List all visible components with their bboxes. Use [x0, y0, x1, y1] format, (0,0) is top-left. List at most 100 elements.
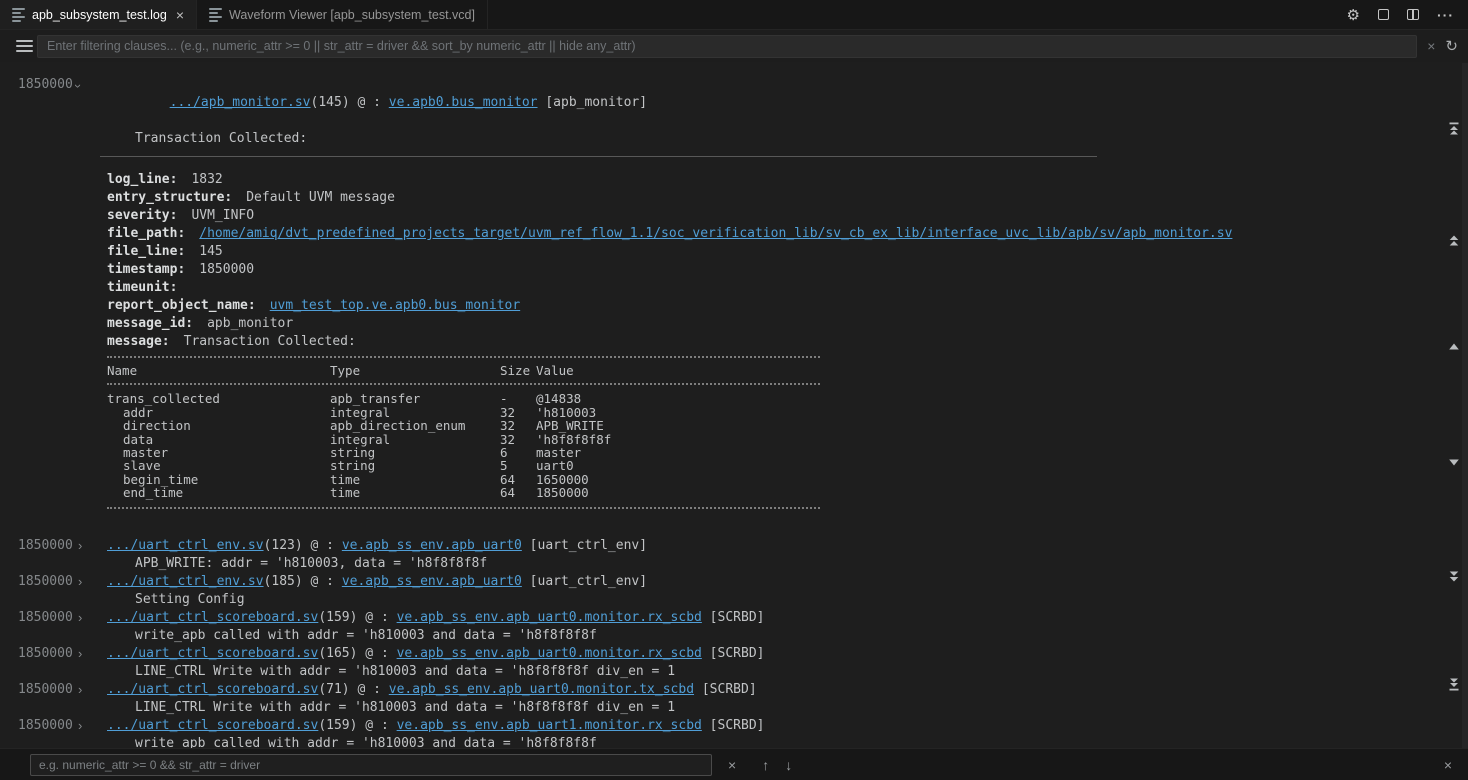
- cell-type: string: [330, 459, 500, 472]
- cell-value: 'h8f8f8f8f: [536, 433, 1468, 446]
- log-message: LINE_CTRL Write with addr = 'h810003 and…: [18, 663, 1468, 681]
- report-object-link[interactable]: ve.apb_ss_env.apb_uart0: [342, 538, 522, 553]
- timestamp: 1850000: [18, 681, 78, 699]
- divider: [100, 156, 1097, 157]
- cell-size: 6: [500, 446, 536, 459]
- cell-value: 'h810003: [536, 406, 1468, 419]
- prev-group-icon[interactable]: [1446, 233, 1462, 249]
- scrollbar[interactable]: [1462, 63, 1468, 748]
- source-file-link[interactable]: .../uart_ctrl_env.sv: [107, 538, 264, 553]
- source-file-link[interactable]: .../uart_ctrl_env.sv: [107, 574, 264, 589]
- previous-match-icon[interactable]: ↑: [762, 757, 769, 773]
- detail-key: timestamp:: [107, 262, 185, 277]
- scroll-bottom-icon[interactable]: [1446, 676, 1462, 692]
- scroll-top-icon[interactable]: [1446, 121, 1462, 137]
- report-object-link[interactable]: ve.apb0.bus_monitor: [389, 95, 538, 110]
- chevron-right-icon[interactable]: ›: [78, 537, 107, 555]
- filter-bar: × ↻: [0, 30, 1468, 62]
- report-object-link[interactable]: ve.apb_ss_env.apb_uart0.monitor.tx_scbd: [389, 682, 694, 697]
- detail-key: report_object_name:: [107, 298, 256, 313]
- detail-value: apb_monitor: [193, 316, 293, 331]
- log-entry: 1850000 › .../uart_ctrl_scoreboard.sv(15…: [18, 609, 1468, 645]
- detail-key: file_line:: [107, 244, 185, 259]
- cell-name: direction: [107, 419, 330, 432]
- timestamp: 1850000: [18, 645, 78, 663]
- cell-type: string: [330, 446, 500, 459]
- report-object-link[interactable]: ve.apb_ss_env.apb_uart0.monitor.rx_scbd: [397, 646, 702, 661]
- detail-key: severity:: [107, 208, 177, 223]
- cell-size: -: [500, 392, 536, 405]
- detail-value: 1832: [177, 172, 222, 187]
- close-search-icon[interactable]: ×: [1444, 757, 1452, 773]
- cell-type: integral: [330, 433, 500, 446]
- detail-value: 145: [185, 244, 222, 259]
- report-object-name-link[interactable]: uvm_test_top.ve.apb0.bus_monitor: [256, 298, 520, 313]
- detail-value: Transaction Collected:: [170, 334, 356, 349]
- search-input[interactable]: [30, 754, 712, 776]
- log-file-icon: [12, 6, 25, 24]
- log-view[interactable]: 1850000 › .../apb_monitor.sv(145) @ : ve…: [0, 63, 1468, 748]
- next-match-icon[interactable]: ↓: [785, 757, 792, 773]
- report-object-link[interactable]: ve.apb_ss_env.apb_uart0.monitor.rx_scbd: [397, 610, 702, 625]
- file-path-link[interactable]: /home/amiq/dvt_predefined_projects_targe…: [185, 226, 1232, 241]
- cell-size: 64: [500, 473, 536, 486]
- cell-type: time: [330, 486, 500, 499]
- log-entry: 1850000 › .../uart_ctrl_env.sv(123) @ : …: [18, 537, 1468, 573]
- source-file-link[interactable]: .../uart_ctrl_scoreboard.sv: [107, 646, 318, 661]
- log-message: write_apb called with addr = 'h810003 an…: [18, 735, 1468, 748]
- more-actions-icon[interactable]: ···: [1437, 7, 1454, 23]
- next-group-icon[interactable]: [1446, 568, 1462, 584]
- cell-name: begin_time: [107, 473, 330, 486]
- detail-value: 1850000: [185, 262, 254, 277]
- waveform-file-icon: [209, 6, 222, 24]
- cell-name: trans_collected: [107, 392, 330, 405]
- cell-type: integral: [330, 406, 500, 419]
- clear-search-icon[interactable]: ×: [728, 757, 736, 773]
- source-file-link[interactable]: .../uart_ctrl_scoreboard.sv: [107, 610, 318, 625]
- log-entry-expanded: 1850000 › .../apb_monitor.sv(145) @ : ve…: [18, 76, 1468, 509]
- log-message: Transaction Collected:: [18, 130, 1468, 148]
- chevron-right-icon[interactable]: ›: [78, 681, 107, 699]
- detail-value: UVM_INFO: [177, 208, 254, 223]
- column-header: Value: [536, 364, 1468, 377]
- tab-log-file[interactable]: apb_subsystem_test.log ×: [0, 0, 197, 29]
- close-tab-icon[interactable]: ×: [176, 8, 184, 22]
- search-bar: × ↑ ↓ ×: [0, 748, 1468, 780]
- chevron-right-icon[interactable]: ›: [78, 573, 107, 591]
- column-header: Type: [330, 364, 500, 377]
- timestamp: 1850000: [18, 717, 78, 735]
- cell-name: addr: [107, 406, 330, 419]
- menu-icon[interactable]: [10, 37, 27, 55]
- split-editor-icon[interactable]: [1407, 9, 1419, 20]
- detail-key: timeunit:: [107, 280, 177, 295]
- chevron-right-icon[interactable]: ›: [78, 717, 107, 735]
- tab-waveform-viewer[interactable]: Waveform Viewer [apb_subsystem_test.vcd]: [197, 0, 488, 29]
- source-file-link[interactable]: .../uart_ctrl_scoreboard.sv: [107, 682, 318, 697]
- cell-type: apb_direction_enum: [330, 419, 500, 432]
- dashed-divider: [107, 383, 820, 385]
- source-file-link[interactable]: .../apb_monitor.sv: [170, 95, 311, 110]
- cell-size: 32: [500, 419, 536, 432]
- column-header: Size: [500, 364, 536, 377]
- detail-value: [177, 280, 191, 295]
- editor-layout-icon[interactable]: [1378, 9, 1389, 20]
- log-entry: 1850000 › .../uart_ctrl_scoreboard.sv(15…: [18, 717, 1468, 748]
- detail-key: entry_structure:: [107, 190, 232, 205]
- source-file-link[interactable]: .../uart_ctrl_scoreboard.sv: [107, 718, 318, 733]
- cell-name: data: [107, 433, 330, 446]
- chevron-right-icon[interactable]: ›: [78, 645, 107, 663]
- refresh-icon[interactable]: ↻: [1445, 37, 1458, 55]
- log-entry: 1850000 › .../uart_ctrl_scoreboard.sv(71…: [18, 681, 1468, 717]
- filter-input[interactable]: [37, 35, 1417, 58]
- cell-value: APB_WRITE: [536, 419, 1468, 432]
- next-item-icon[interactable]: [1446, 454, 1462, 470]
- entry-details: log_line:1832 entry_structure:Default UV…: [107, 171, 1468, 509]
- report-object-link[interactable]: ve.apb_ss_env.apb_uart1.monitor.rx_scbd: [397, 718, 702, 733]
- gear-icon[interactable]: ⚙: [1347, 6, 1360, 24]
- cell-type: apb_transfer: [330, 392, 500, 405]
- clear-filter-icon[interactable]: ×: [1427, 38, 1435, 54]
- report-object-link[interactable]: ve.apb_ss_env.apb_uart0: [342, 574, 522, 589]
- prev-item-icon[interactable]: [1446, 339, 1462, 355]
- chevron-right-icon[interactable]: ›: [78, 609, 107, 627]
- chevron-down-icon[interactable]: ›: [78, 76, 107, 130]
